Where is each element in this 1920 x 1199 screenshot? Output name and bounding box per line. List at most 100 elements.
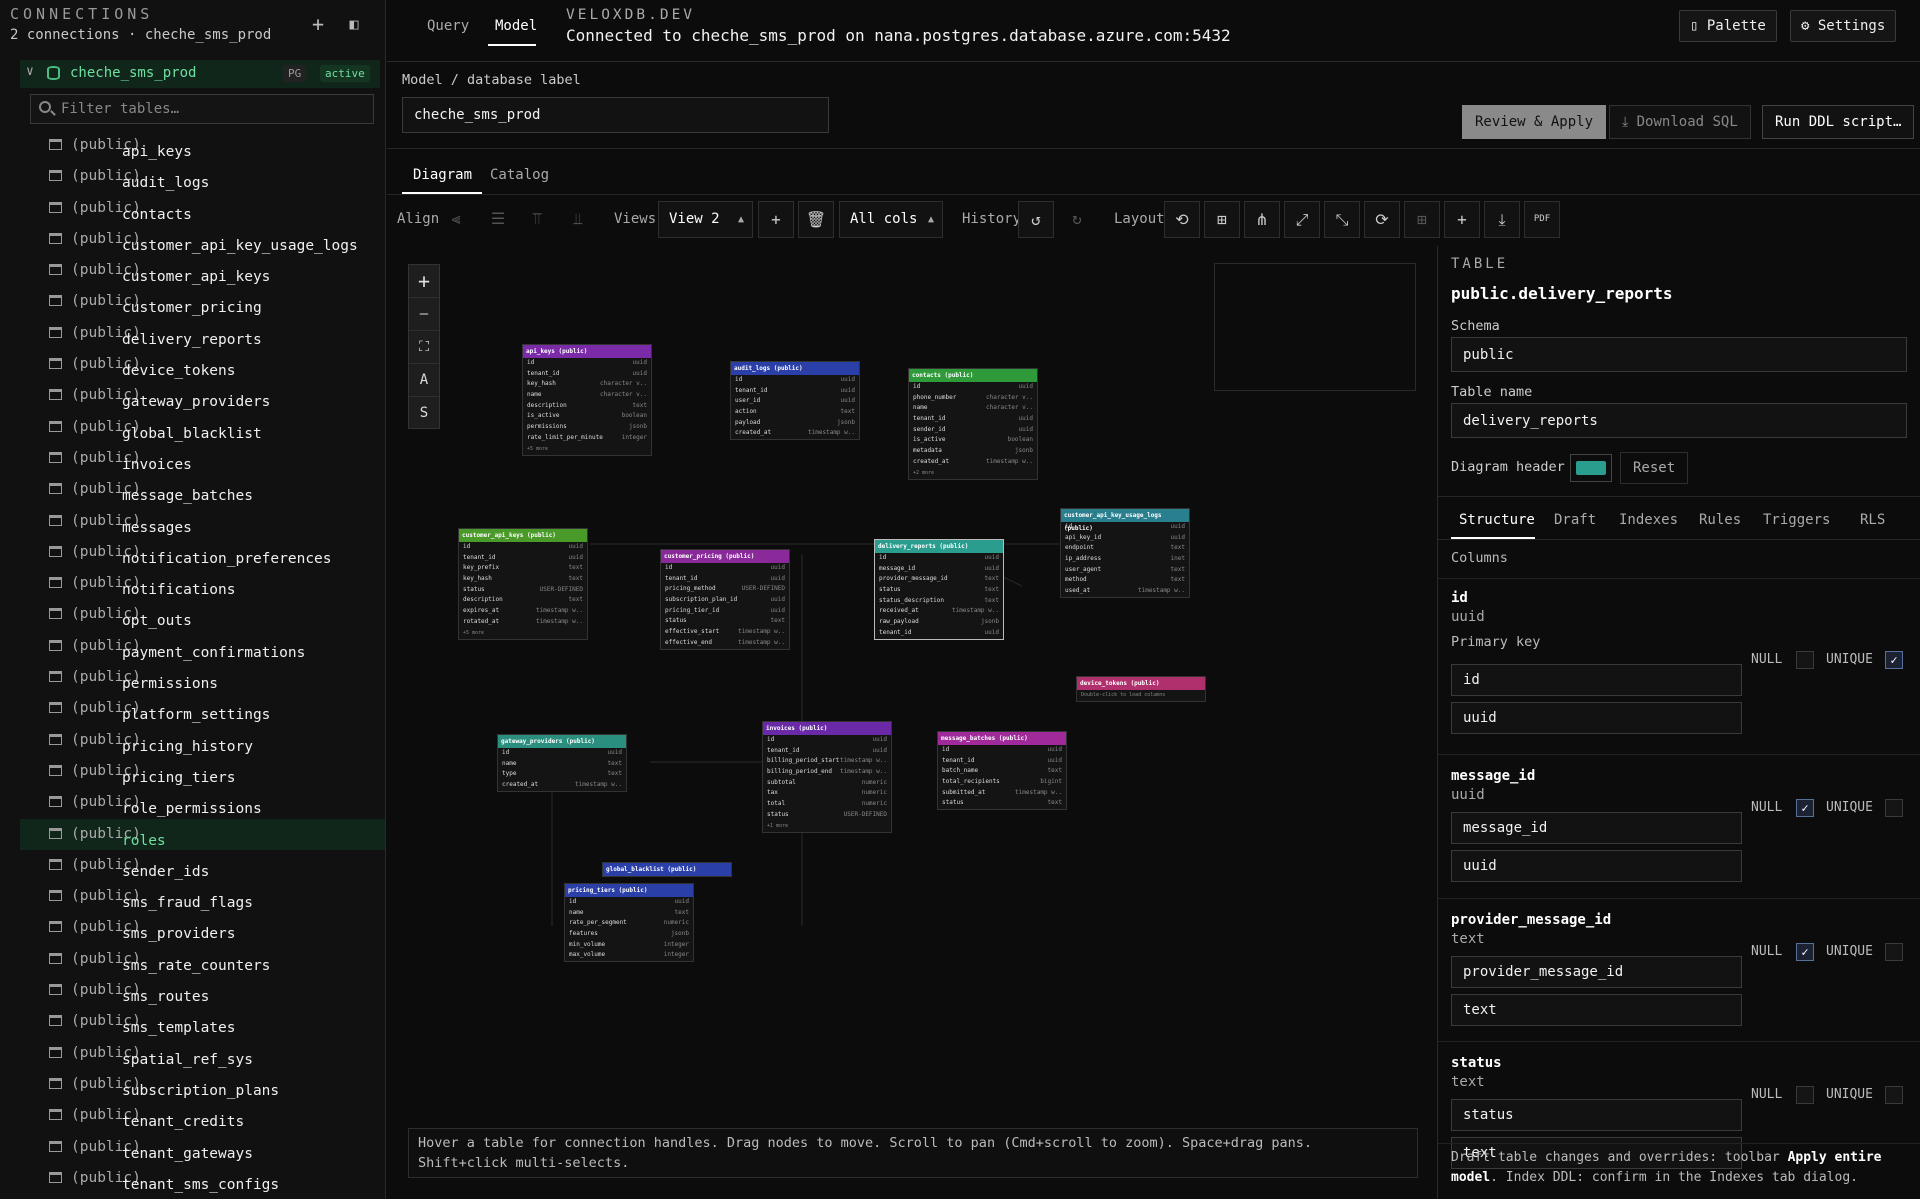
align-center-icon[interactable]: ☰ xyxy=(480,201,516,238)
unique-checkbox[interactable] xyxy=(1885,799,1903,817)
add-connection-plus-icon[interactable]: + xyxy=(305,12,331,36)
sidebar-table-item[interactable]: notification_preferences (public) xyxy=(20,537,385,568)
tab-query[interactable]: Query xyxy=(427,18,469,34)
sidebar-table-item[interactable]: tenant_sms_configs (public) xyxy=(20,1163,385,1194)
toggle-sidebar-panel-icon[interactable]: ◧ xyxy=(341,12,367,36)
download-icon[interactable]: ⤓ xyxy=(1484,201,1520,238)
add-view-plus-icon[interactable]: + xyxy=(758,201,794,238)
palette-button[interactable]: ▯ Palette xyxy=(1679,10,1777,42)
sidebar-table-item[interactable]: role_permissions (public) xyxy=(20,787,385,818)
sidebar-table-item[interactable]: device_tokens (public) xyxy=(20,349,385,380)
column-name-input[interactable] xyxy=(1451,812,1742,844)
diagram-table-card[interactable]: audit_logs (public) id uuid tenant_id uuid us… xyxy=(730,361,860,441)
null-checkbox[interactable]: ✓ xyxy=(1796,943,1814,961)
diagram-table-card[interactable]: gateway_providers (public) id uuid name text… xyxy=(497,734,627,792)
tab-structure[interactable]: Structure xyxy=(1459,512,1535,528)
sidebar-table-item[interactable]: sms_templates (public) xyxy=(20,1006,385,1037)
tab-catalog[interactable]: Catalog xyxy=(490,167,549,183)
sidebar-table-item[interactable]: global_blacklist (public) xyxy=(20,412,385,443)
unique-checkbox[interactable]: ✓ xyxy=(1885,651,1903,669)
sidebar-table-item[interactable]: payment_confirmations (public) xyxy=(20,631,385,662)
minimap[interactable] xyxy=(1214,263,1416,391)
column-name-input[interactable] xyxy=(1451,1099,1742,1131)
align-bottom-icon[interactable]: ⫫ xyxy=(560,201,596,238)
zoom-in-plus-icon[interactable]: + xyxy=(409,265,439,298)
sidebar-table-item[interactable]: permissions (public) xyxy=(20,662,385,693)
relations-layout-icon[interactable]: ⋔ xyxy=(1244,201,1280,238)
sidebar-table-item[interactable]: roles (public) xyxy=(20,818,385,850)
filter-tables-input[interactable] xyxy=(61,95,361,123)
run-ddl-button[interactable]: Run DDL script… xyxy=(1762,105,1915,139)
tab-triggers[interactable]: Triggers xyxy=(1763,512,1830,528)
column-type-input[interactable] xyxy=(1451,994,1742,1026)
columns-select[interactable]: All cols ▲ xyxy=(839,201,943,238)
expand-icon[interactable]: ⤢ xyxy=(1284,201,1320,238)
sidebar-table-item[interactable]: sms_fraud_flags (public) xyxy=(20,881,385,912)
sidebar-table-item[interactable]: delivery_reports (public) xyxy=(20,318,385,349)
fit-view-icon[interactable]: ⛶ xyxy=(409,331,439,364)
align-left-icon[interactable]: ⫷ xyxy=(438,201,474,238)
grid-layout-icon[interactable]: ⊞ xyxy=(1204,201,1240,238)
review-apply-button[interactable]: Review & Apply xyxy=(1462,105,1607,139)
sidebar-table-item[interactable]: platform_settings (public) xyxy=(20,693,385,724)
tab-model[interactable]: Model xyxy=(495,18,537,34)
diagram-table-card[interactable]: device_tokens (public) Double-click to lo… xyxy=(1076,676,1206,702)
sidebar-table-item[interactable]: sms_rate_counters (public) xyxy=(20,944,385,975)
diagram-table-card[interactable]: delivery_reports (public) id uuid message_i… xyxy=(874,539,1004,640)
sidebar-table-item[interactable]: spatial_ref_sys (public) xyxy=(20,1038,385,1069)
tab-indexes[interactable]: Indexes xyxy=(1619,512,1678,528)
null-checkbox[interactable] xyxy=(1796,1086,1814,1104)
sidebar-table-item[interactable]: contacts (public) xyxy=(20,193,385,224)
column-type-input[interactable] xyxy=(1451,850,1742,882)
auto-layout-icon[interactable]: ⟲ xyxy=(1164,201,1200,238)
sidebar-table-item[interactable]: sms_providers (public) xyxy=(20,912,385,943)
view-select[interactable]: View 2 ▲ xyxy=(658,201,753,238)
schema-input[interactable] xyxy=(1451,337,1907,372)
zoom-out-minus-icon[interactable]: — xyxy=(409,298,439,331)
collapse-icon[interactable]: ⤡ xyxy=(1324,201,1360,238)
diagram-table-card[interactable]: customer_api_keys (public) id uuid tenant_i… xyxy=(458,528,588,640)
tile-icon[interactable]: ⊞ xyxy=(1404,201,1440,238)
sidebar-table-item[interactable]: customer_pricing (public) xyxy=(20,286,385,317)
sidebar-table-item[interactable]: notifications (public) xyxy=(20,568,385,599)
diagram-table-card[interactable]: customer_pricing (public) id uuid tenant_id… xyxy=(660,549,790,650)
pdf-export-icon[interactable]: PDF xyxy=(1524,201,1560,238)
null-checkbox[interactable] xyxy=(1796,651,1814,669)
model-name-input[interactable] xyxy=(402,97,829,133)
tab-draft[interactable]: Draft xyxy=(1554,512,1596,528)
sidebar-table-item[interactable]: api_keys (public) xyxy=(20,130,385,161)
sidebar-table-item[interactable]: customer_api_key_usage_logs (public) xyxy=(20,224,385,255)
sidebar-table-item[interactable]: gateway_providers (public) xyxy=(20,380,385,411)
delete-view-trash-icon[interactable]: 🗑 xyxy=(798,201,834,238)
unique-checkbox[interactable] xyxy=(1885,1086,1903,1104)
align-top-icon[interactable]: ⫪ xyxy=(519,201,555,238)
sidebar-table-item[interactable]: tenant_credits (public) xyxy=(20,1100,385,1131)
sidebar-table-item[interactable]: pricing_tiers (public) xyxy=(20,756,385,787)
settings-button[interactable]: ⚙ Settings xyxy=(1790,10,1897,42)
column-name-input[interactable] xyxy=(1451,664,1742,696)
sidebar-table-item[interactable]: message_batches (public) xyxy=(20,474,385,505)
tab-rls[interactable]: RLS xyxy=(1860,512,1885,528)
refresh-icon[interactable]: ⟳ xyxy=(1364,201,1400,238)
auto-arrange-button[interactable]: A xyxy=(409,364,439,397)
diagram-table-card[interactable]: invoices (public) id uuid tenant_id uuid bill… xyxy=(762,721,892,833)
sidebar-table-item[interactable]: customer_api_keys (public) xyxy=(20,255,385,286)
sidebar-table-item[interactable]: invoices (public) xyxy=(20,443,385,474)
download-sql-button[interactable]: ⤓ Download SQL xyxy=(1609,105,1751,139)
undo-icon[interactable]: ↺ xyxy=(1018,201,1054,238)
add-table-plus-icon[interactable]: + xyxy=(1444,201,1480,238)
sidebar-table-item[interactable]: pricing_history (public) xyxy=(20,725,385,756)
sidebar-table-item[interactable]: messages (public) xyxy=(20,506,385,537)
sidebar-table-item[interactable]: audit_logs (public) xyxy=(20,161,385,192)
connection-row[interactable]: ∨ cheche_sms_prod PG active xyxy=(20,60,380,88)
tab-diagram[interactable]: Diagram xyxy=(413,167,472,183)
sidebar-table-item[interactable]: sms_routes (public) xyxy=(20,975,385,1006)
unique-checkbox[interactable] xyxy=(1885,943,1903,961)
sidebar-table-item[interactable]: opt_outs (public) xyxy=(20,599,385,630)
table-name-input[interactable] xyxy=(1451,403,1907,438)
sidebar-table-item[interactable]: subscription_plans (public) xyxy=(20,1069,385,1100)
diagram-table-card[interactable]: message_batches (public) id uuid tenant_id u… xyxy=(937,731,1067,811)
reset-button[interactable]: Reset xyxy=(1620,452,1689,484)
column-type-input[interactable] xyxy=(1451,702,1742,734)
header-color-picker[interactable] xyxy=(1570,454,1612,482)
